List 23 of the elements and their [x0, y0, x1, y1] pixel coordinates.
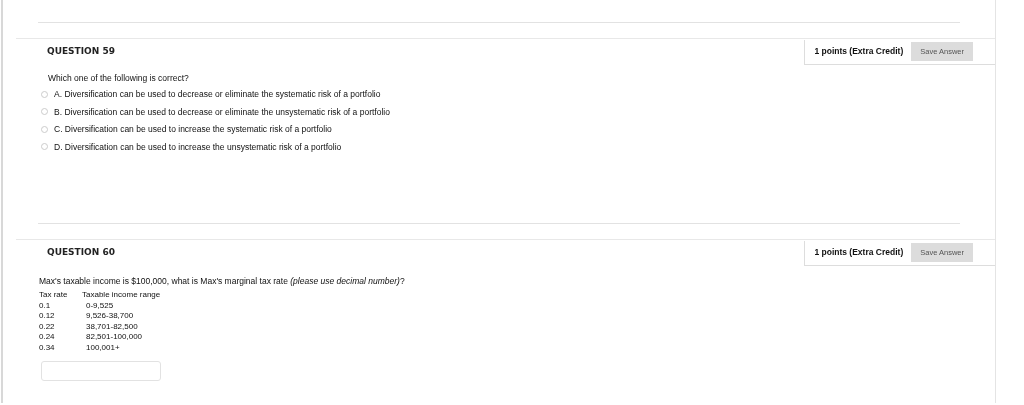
- answer-field[interactable]: [41, 361, 161, 381]
- points-label: 1 points (Extra Credit): [814, 247, 904, 257]
- table-header: Taxable income range: [82, 290, 161, 301]
- question-title: QUESTION 60: [46, 247, 115, 257]
- option-label: B. Diversification can be used to decrease or eliminate the unsystematic risk of a portfolio: [54, 106, 390, 117]
- table-cell-text: 0.34: [39, 342, 56, 353]
- table-header: Tax rate: [39, 290, 69, 301]
- table-cell-text: 0.24: [39, 332, 56, 343]
- table-cell-text: 100,001+: [85, 342, 120, 353]
- points-label: 1 points (Extra Credit): [814, 46, 904, 56]
- table-cell-text: 0.1: [39, 300, 52, 311]
- question-text: Which one of the following is correct?: [48, 73, 189, 83]
- question-title: QUESTION 59: [46, 46, 115, 56]
- table-cell-text: 38,701-82,500: [85, 321, 138, 332]
- table-cell-text: 82,501-100,000: [85, 332, 143, 343]
- option-label: C. Diversification can be used to increase the systematic risk of a portfolio: [54, 124, 332, 135]
- option-label: A. Diversification can be used to decrease or eliminate the systematic risk of a portfolio: [54, 89, 381, 100]
- question-text: Max's taxable income is $100,000, what is Max's marginal tax rate (please use decimal number)?: [39, 276, 405, 286]
- option-label: D. Diversification can be used to increase the unsystematic risk of a portfolio: [54, 141, 342, 152]
- table-cell-text: 9,526-38,700: [85, 311, 134, 322]
- table-cell-text: 0.12: [39, 311, 56, 322]
- table-cell-text: 0.22: [39, 321, 56, 332]
- table-cell-text: 0-9,525: [85, 300, 114, 311]
